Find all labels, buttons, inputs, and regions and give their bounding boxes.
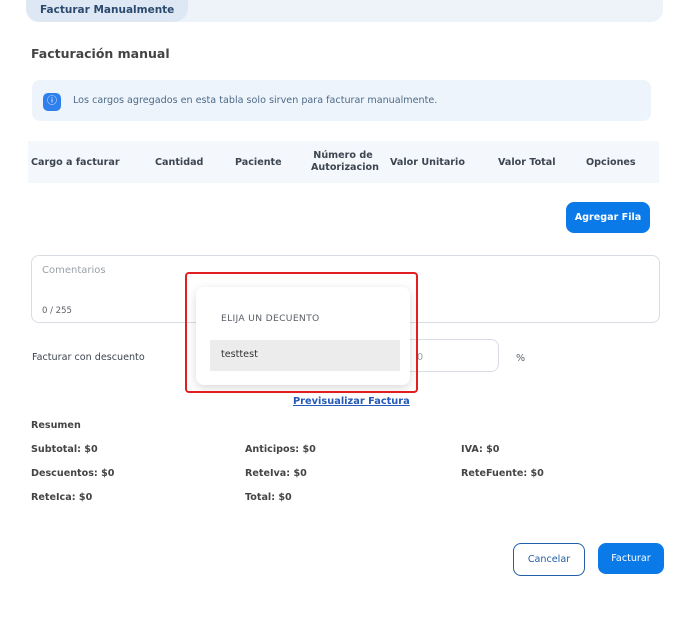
summary-total: Total: $0 <box>245 492 292 503</box>
cancel-button[interactable]: Cancelar <box>513 543 585 576</box>
info-banner-text: Los cargos agregados en esta tabla solo … <box>73 95 438 106</box>
column-header-autorizacion-line2: Autorizacion <box>311 162 379 173</box>
summary-heading: Resumen <box>31 420 81 431</box>
submit-invoice-button[interactable]: Facturar <box>598 543 664 574</box>
summary-descuentos: Descuentos: $0 <box>31 468 115 479</box>
summary-retefuente: ReteFuente: $0 <box>461 468 544 479</box>
column-header-cargo: Cargo a facturar <box>31 157 120 168</box>
preview-invoice-link[interactable]: Previsualizar Factura <box>293 396 410 407</box>
column-header-autorizacion-line1: Número de <box>313 150 373 161</box>
summary-anticipos: Anticipos: $0 <box>245 444 316 455</box>
comments-placeholder: Comentarios <box>42 265 106 276</box>
page-title: Facturación manual <box>31 46 170 61</box>
column-header-cantidad: Cantidad <box>155 157 204 168</box>
summary-reteiva: ReteIva: $0 <box>245 468 307 479</box>
column-header-valor-unitario: Valor Unitario <box>390 157 465 168</box>
percent-sign: % <box>516 353 526 364</box>
info-icon: ⓘ <box>43 93 61 111</box>
comments-counter: 0 / 255 <box>42 306 72 316</box>
discount-label: Facturar con descuento <box>32 352 145 363</box>
add-row-button[interactable]: Agregar Fila <box>566 202 650 233</box>
column-header-opciones: Opciones <box>586 157 636 168</box>
tab-facturar-manualmente[interactable]: Facturar Manualmente <box>26 0 189 22</box>
summary-iva: IVA: $0 <box>461 444 500 455</box>
column-header-paciente: Paciente <box>235 157 282 168</box>
column-header-autorizacion: Número de Autorizacion <box>311 150 379 174</box>
summary-subtotal: Subtotal: $0 <box>31 444 98 455</box>
summary-reteica: ReteIca: $0 <box>31 492 93 503</box>
column-header-valor-total: Valor Total <box>498 157 556 168</box>
highlight-box <box>185 272 418 393</box>
